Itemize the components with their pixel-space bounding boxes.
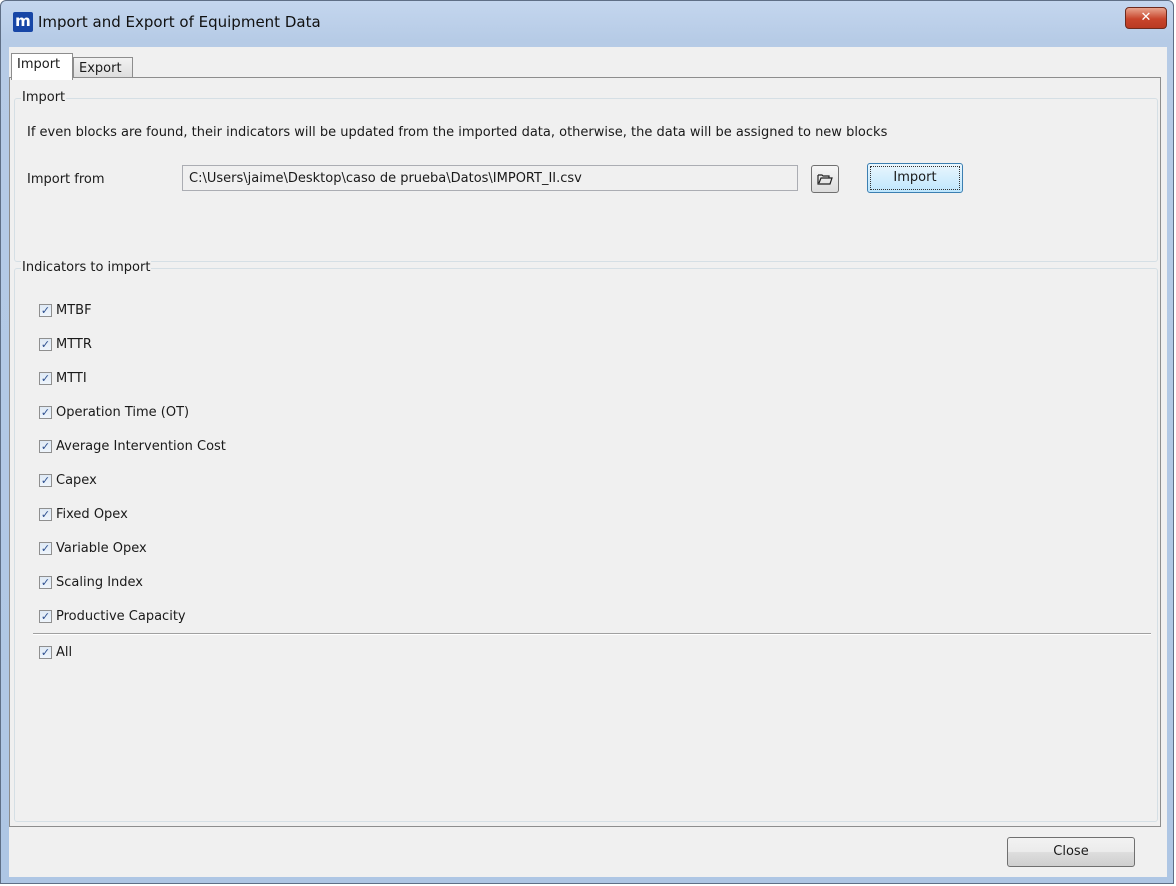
checkbox-label: Productive Capacity (56, 608, 186, 624)
checkbox-label: Average Intervention Cost (56, 438, 226, 454)
title-bar[interactable]: m Import and Export of Equipment Data ✕ (1, 1, 1173, 47)
checkbox-label: MTTR (56, 336, 92, 352)
checkbox-average-intervention-cost[interactable]: ✓ Average Intervention Cost (39, 437, 226, 455)
import-tab-panel: Import If even blocks are found, their i… (9, 77, 1161, 827)
checkmark-icon[interactable]: ✓ (39, 473, 52, 487)
checkmark-icon[interactable]: ✓ (39, 337, 52, 351)
app-logo-icon: m (13, 12, 33, 32)
dialog-window: m Import and Export of Equipment Data ✕ … (0, 0, 1174, 884)
checkbox-label: MTTI (56, 370, 87, 386)
checkbox-mtti[interactable]: ✓ MTTI (39, 369, 87, 387)
import-group-title: Import (21, 90, 67, 105)
checkmark-icon[interactable]: ✓ (39, 507, 52, 521)
checkmark-icon[interactable]: ✓ (39, 371, 52, 385)
checkbox-productive-capacity[interactable]: ✓ Productive Capacity (39, 607, 186, 625)
indicators-separator (33, 633, 1151, 635)
checkbox-all[interactable]: ✓ All (39, 643, 72, 661)
checkbox-label: Scaling Index (56, 574, 144, 590)
checkbox-label: Variable Opex (56, 540, 147, 556)
import-description: If even blocks are found, their indicato… (27, 125, 888, 140)
dialog-client-area: Import Export Import If even blocks are … (9, 47, 1167, 877)
checkbox-label: All (56, 644, 73, 660)
checkmark-icon[interactable]: ✓ (39, 303, 52, 317)
checkbox-label: Capex (56, 472, 97, 488)
checkbox-label: Fixed Opex (56, 506, 128, 522)
browse-file-button[interactable] (811, 165, 839, 193)
checkbox-label: Operation Time (OT) (56, 404, 190, 420)
window-title: Import and Export of Equipment Data (38, 13, 321, 31)
tab-export[interactable]: Export (73, 57, 133, 79)
checkbox-capex[interactable]: ✓ Capex (39, 471, 97, 489)
checkbox-label: MTBF (56, 302, 92, 318)
folder-open-icon (817, 174, 833, 185)
checkmark-icon[interactable]: ✓ (39, 541, 52, 555)
tab-import[interactable]: Import (11, 53, 73, 80)
checkbox-fixed-opex[interactable]: ✓ Fixed Opex (39, 505, 128, 523)
close-button[interactable]: Close (1007, 837, 1135, 867)
checkmark-icon[interactable]: ✓ (39, 439, 52, 453)
import-group: Import If even blocks are found, their i… (14, 90, 1158, 262)
checkmark-icon[interactable]: ✓ (39, 645, 52, 659)
checkbox-scaling-index[interactable]: ✓ Scaling Index (39, 573, 143, 591)
checkbox-variable-opex[interactable]: ✓ Variable Opex (39, 539, 147, 557)
checkbox-mtbf[interactable]: ✓ MTBF (39, 301, 92, 319)
indicators-group-title: Indicators to import (21, 260, 152, 275)
indicators-group: Indicators to import ✓ MTBF ✓ MTTR ✓ MTT… (14, 260, 1158, 822)
window-close-button[interactable]: ✕ (1125, 7, 1167, 29)
checkmark-icon[interactable]: ✓ (39, 609, 52, 623)
import-path-field[interactable] (182, 165, 798, 191)
import-button[interactable]: Import (867, 163, 963, 193)
close-icon: ✕ (1140, 10, 1152, 25)
checkbox-mttr[interactable]: ✓ MTTR (39, 335, 92, 353)
import-button-label: Import (870, 166, 960, 190)
checkbox-operation-time[interactable]: ✓ Operation Time (OT) (39, 403, 189, 421)
checkmark-icon[interactable]: ✓ (39, 575, 52, 589)
checkmark-icon[interactable]: ✓ (39, 405, 52, 419)
import-from-label: Import from (27, 172, 105, 187)
